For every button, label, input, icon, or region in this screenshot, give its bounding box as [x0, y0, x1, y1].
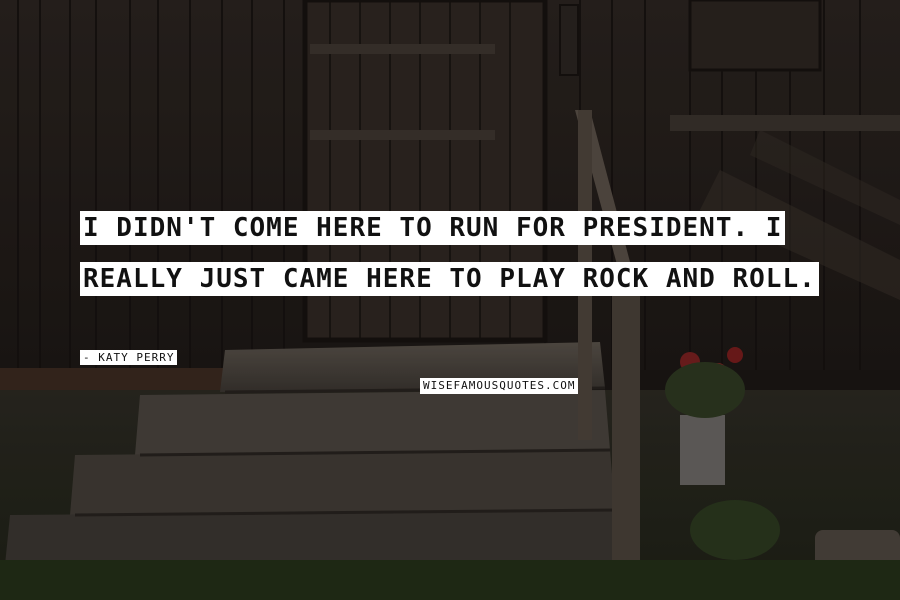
- quote-block: I DIDN'T COME HERE TO RUN FOR PRESIDENT.…: [80, 203, 840, 305]
- quote-card: I DIDN'T COME HERE TO RUN FOR PRESIDENT.…: [0, 0, 900, 600]
- quote-author: - KATY PERRY: [80, 350, 178, 365]
- quote-text: I DIDN'T COME HERE TO RUN FOR PRESIDENT.…: [80, 211, 819, 296]
- site-watermark: WISEFAMOUSQUOTES.COM: [420, 378, 579, 394]
- quote-text-wrapper: I DIDN'T COME HERE TO RUN FOR PRESIDENT.…: [80, 203, 840, 305]
